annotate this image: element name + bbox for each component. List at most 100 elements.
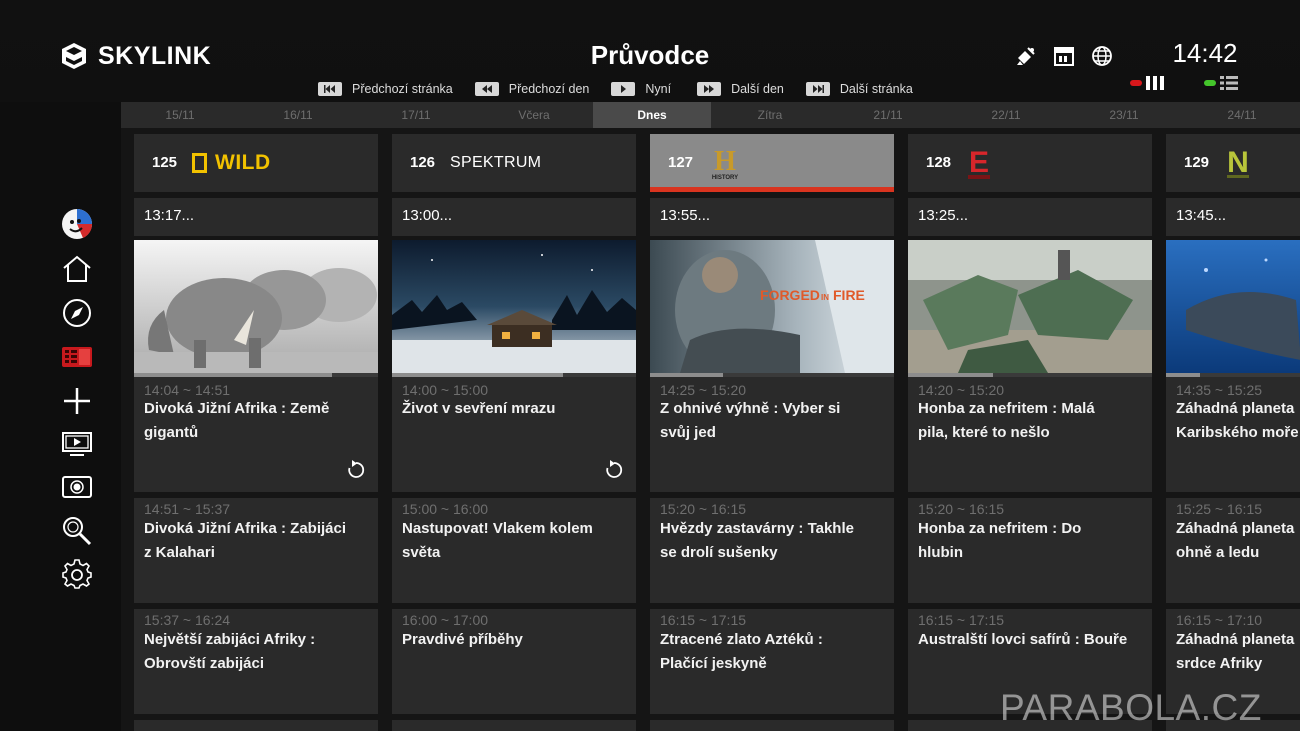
program-thumbnail [1166, 240, 1300, 373]
program-tile[interactable]: 15:37 ~ 16:24 Největší zabijáci Afriky :… [134, 609, 378, 714]
search-icon[interactable] [61, 515, 93, 547]
program-title: Honba za nefritem : Malá pila, které to … [908, 397, 1152, 445]
channel-number: 129 [1184, 154, 1210, 171]
channel-number: 128 [926, 154, 952, 171]
hint-label: Další stránka [839, 82, 913, 96]
program-tile[interactable]: FORGED IN FIRE 14:25 ~ 15:20 Z ohnivé vý… [650, 240, 894, 492]
replay-icon[interactable] [604, 460, 624, 480]
profile-icon[interactable] [61, 208, 93, 240]
program-time: 16:15 ~ 17:15 [918, 612, 1005, 628]
list-view-mode[interactable] [1204, 76, 1238, 90]
program-time: 16:15 ~ 17:10 [1176, 612, 1263, 628]
channel-column-129: 129 N 13:45... 14:35 ~ 15:25 Záhadná pla… [1166, 134, 1300, 731]
program-title: Australští lovci safírů : Bouře [908, 628, 1152, 652]
svg-text:FIRE: FIRE [833, 287, 865, 303]
program-tile[interactable]: 14:04 ~ 14:51 Divoká Jižní Afrika : Země… [134, 240, 378, 492]
program-tile[interactable]: 16:00 ~ 17:00 Pravdivé příběhy [392, 609, 636, 714]
forward-icon [697, 82, 722, 96]
svg-text:FORGED: FORGED [760, 287, 820, 303]
compass-icon[interactable] [61, 297, 93, 329]
date-tab-today[interactable]: Dnes [593, 102, 711, 128]
n-logo-icon: N [1227, 146, 1249, 179]
replay-icon[interactable] [346, 460, 366, 480]
program-progress-fill [392, 373, 563, 377]
current-program-start: 13:45... [1166, 198, 1300, 236]
watermark: PARABOLA.CZ [1000, 687, 1262, 728]
channel-header-focused[interactable]: 127 H HISTORY [650, 134, 894, 192]
program-progress-fill [1166, 373, 1201, 377]
program-title-line: z Kalahari [144, 544, 215, 561]
channel-logo-wild: WILD [192, 144, 271, 182]
date-tab[interactable]: 24/11 [1183, 102, 1300, 128]
tv-guide-icon[interactable] [61, 341, 93, 373]
date-tab[interactable]: 16/11 [239, 102, 357, 128]
channel-header[interactable]: 125 WILD [134, 134, 378, 192]
program-tile[interactable]: 14:00 ~ 15:00 Život v sevření mrazu [392, 240, 636, 492]
channel-header[interactable]: 128 E [908, 134, 1152, 192]
grid-view-mode[interactable] [1130, 76, 1164, 90]
channel-header[interactable]: 126 SPEKTRUM [392, 134, 636, 192]
program-time: 15:20 ~ 16:15 [660, 501, 747, 517]
channel-logo-text: HISTORY [712, 175, 738, 181]
hint-now[interactable]: Nyní [611, 82, 671, 96]
program-time: 14:04 ~ 14:51 [144, 382, 231, 398]
channel-column-128: 128 E 13:25... 14:20 ~ 15:20 Honba za ne… [908, 134, 1152, 731]
skylink-logo-icon [62, 43, 86, 69]
program-thumbnail: FORGED IN FIRE [650, 240, 894, 373]
hint-next-page[interactable]: Další stránka [805, 82, 913, 96]
program-title-line: Divoká Jižní Afrika : Zabijáci [144, 520, 347, 537]
calendar-icon [1052, 44, 1076, 68]
hint-next-day[interactable]: Další den [697, 82, 784, 96]
program-tile[interactable]: 15:25 ~ 16:15 Záhadná planeta ohně a led… [1166, 498, 1300, 603]
program-tile[interactable]: 15:00 ~ 16:00 Nastupovat! Vlakem kolem s… [392, 498, 636, 603]
date-tab[interactable]: 23/11 [1065, 102, 1183, 128]
hint-previous-page[interactable]: Předchozí stránka [318, 82, 453, 96]
date-tab[interactable]: 17/11 [357, 102, 475, 128]
hint-label: Předchozí stránka [352, 82, 453, 96]
program-tile[interactable]: 14:20 ~ 15:20 Honba za nefritem : Malá p… [908, 240, 1152, 492]
program-tile[interactable]: 15:20 ~ 16:15 Hvězdy zastavárny : Takhle… [650, 498, 894, 603]
home-icon[interactable] [61, 253, 93, 285]
program-tile[interactable]: 14:35 ~ 15:25 Záhadná planeta Karibského… [1166, 240, 1300, 492]
date-tab[interactable]: 22/11 [947, 102, 1065, 128]
red-key-indicator [1130, 80, 1142, 86]
program-title: Divoká Jižní Afrika : Země gigantů [134, 397, 378, 445]
program-progress-bar [1166, 373, 1300, 377]
channel-header[interactable]: 129 N [1166, 134, 1300, 192]
globe-icon [1090, 44, 1114, 68]
clock: 14:42 [1172, 38, 1238, 68]
date-tab[interactable]: 15/11 [121, 102, 239, 128]
program-tile[interactable] [134, 720, 378, 731]
program-title-line: pila, které to nešlo [918, 424, 1050, 441]
program-title: Divoká Jižní Afrika : Zabijáci z Kalahar… [134, 517, 378, 565]
program-progress-fill [134, 373, 332, 377]
program-time: 16:15 ~ 17:15 [660, 612, 747, 628]
program-progress-bar [908, 373, 1152, 377]
add-icon[interactable] [61, 385, 93, 417]
program-time: 16:00 ~ 17:00 [402, 612, 489, 628]
channel-logo-n: N [1224, 144, 1252, 182]
date-tab-yesterday[interactable]: Včera [475, 102, 593, 128]
hint-label: Další den [731, 82, 784, 96]
program-title-line: Divoká Jižní Afrika : Země [144, 400, 330, 417]
channel-number: 125 [152, 154, 178, 171]
live-tv-icon[interactable] [61, 428, 93, 460]
program-tile[interactable]: 14:51 ~ 15:37 Divoká Jižní Afrika : Zabi… [134, 498, 378, 603]
date-tab-tomorrow[interactable]: Zítra [711, 102, 829, 128]
program-tile[interactable] [650, 720, 894, 731]
program-title: Pravdivé příběhy [392, 628, 636, 652]
program-time: 14:35 ~ 15:25 [1176, 382, 1263, 398]
date-tab[interactable]: 21/11 [829, 102, 947, 128]
program-title: Hvězdy zastavárny : Takhle se drolí suše… [650, 517, 894, 565]
hint-previous-day[interactable]: Předchozí den [474, 82, 589, 96]
nav-hints: Předchozí stránka Předchozí den Nyní Dal… [318, 81, 935, 97]
program-tile[interactable]: 15:20 ~ 16:15 Honba za nefritem : Do hlu… [908, 498, 1152, 603]
program-tile[interactable] [392, 720, 636, 731]
program-title-line: Honba za nefritem : Malá [918, 400, 1095, 417]
program-progress-bar [134, 373, 378, 377]
recordings-icon[interactable] [61, 471, 93, 503]
program-title-line: se drolí sušenky [660, 544, 778, 561]
program-tile[interactable]: 16:15 ~ 17:15 Ztracené zlato Aztéků : Pl… [650, 609, 894, 714]
settings-icon[interactable] [61, 558, 93, 590]
history-logo-icon: H HISTORY [712, 146, 738, 181]
